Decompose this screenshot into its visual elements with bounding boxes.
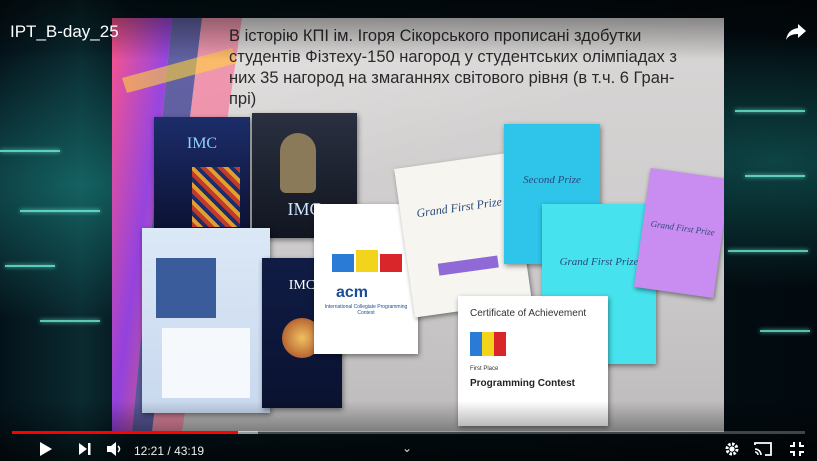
volume-icon[interactable] — [106, 441, 124, 457]
background-streak — [0, 150, 60, 152]
background-streak — [735, 110, 805, 112]
certificate-title: Certificate of Achievement — [470, 308, 587, 319]
background-streak — [728, 250, 808, 252]
next-icon[interactable] — [78, 441, 92, 457]
embroidery-pattern — [192, 167, 240, 227]
acm-blue-block — [332, 254, 354, 272]
video-player[interactable]: В історію КПІ ім. Ігоря Сікорського проп… — [0, 0, 817, 461]
acm-logo-small — [470, 332, 506, 356]
poster-text-block — [162, 328, 250, 398]
first-place-label: First Place — [470, 366, 499, 372]
acm-caption: International Collegiate Programming Con… — [324, 304, 408, 316]
play-icon[interactable] — [38, 441, 54, 457]
background-streak — [20, 210, 100, 212]
current-time: 12:21 — [134, 444, 165, 458]
time-separator: / — [167, 444, 171, 458]
chevron-down-icon[interactable]: ⌄ — [402, 441, 412, 455]
imc-2007-poster: IMC — [154, 117, 250, 237]
duration: 43:19 — [174, 444, 205, 458]
share-icon[interactable] — [785, 22, 807, 42]
background-streak — [745, 175, 805, 177]
progress-fill — [12, 431, 238, 434]
cast-icon[interactable] — [753, 441, 773, 457]
poster-header-block — [156, 258, 216, 318]
exit-fullscreen-icon[interactable] — [789, 441, 805, 457]
progress-bar[interactable] — [12, 431, 805, 434]
imc-blue-poster — [142, 228, 270, 413]
background-streak — [40, 320, 100, 322]
background-streak — [760, 330, 810, 332]
video-title[interactable]: IPT_B-day_25 — [10, 22, 119, 42]
gear-icon[interactable] — [724, 441, 740, 457]
acm-red-block — [380, 254, 402, 272]
purple-grand-prize: Grand First Prize — [634, 168, 724, 298]
sculpture-photo — [280, 133, 316, 193]
top-overlay — [0, 0, 817, 60]
acm-logo-text: acm — [336, 284, 369, 301]
certificate-ribbon — [437, 255, 499, 276]
presentation-slide: В історію КПІ ім. Ігоря Сікорського проп… — [112, 18, 724, 432]
programming-contest-label: Programming Contest — [470, 378, 576, 389]
background-streak — [5, 265, 55, 267]
time-display: 12:21 / 43:19 — [134, 444, 204, 458]
acm-yellow-block — [356, 250, 378, 272]
